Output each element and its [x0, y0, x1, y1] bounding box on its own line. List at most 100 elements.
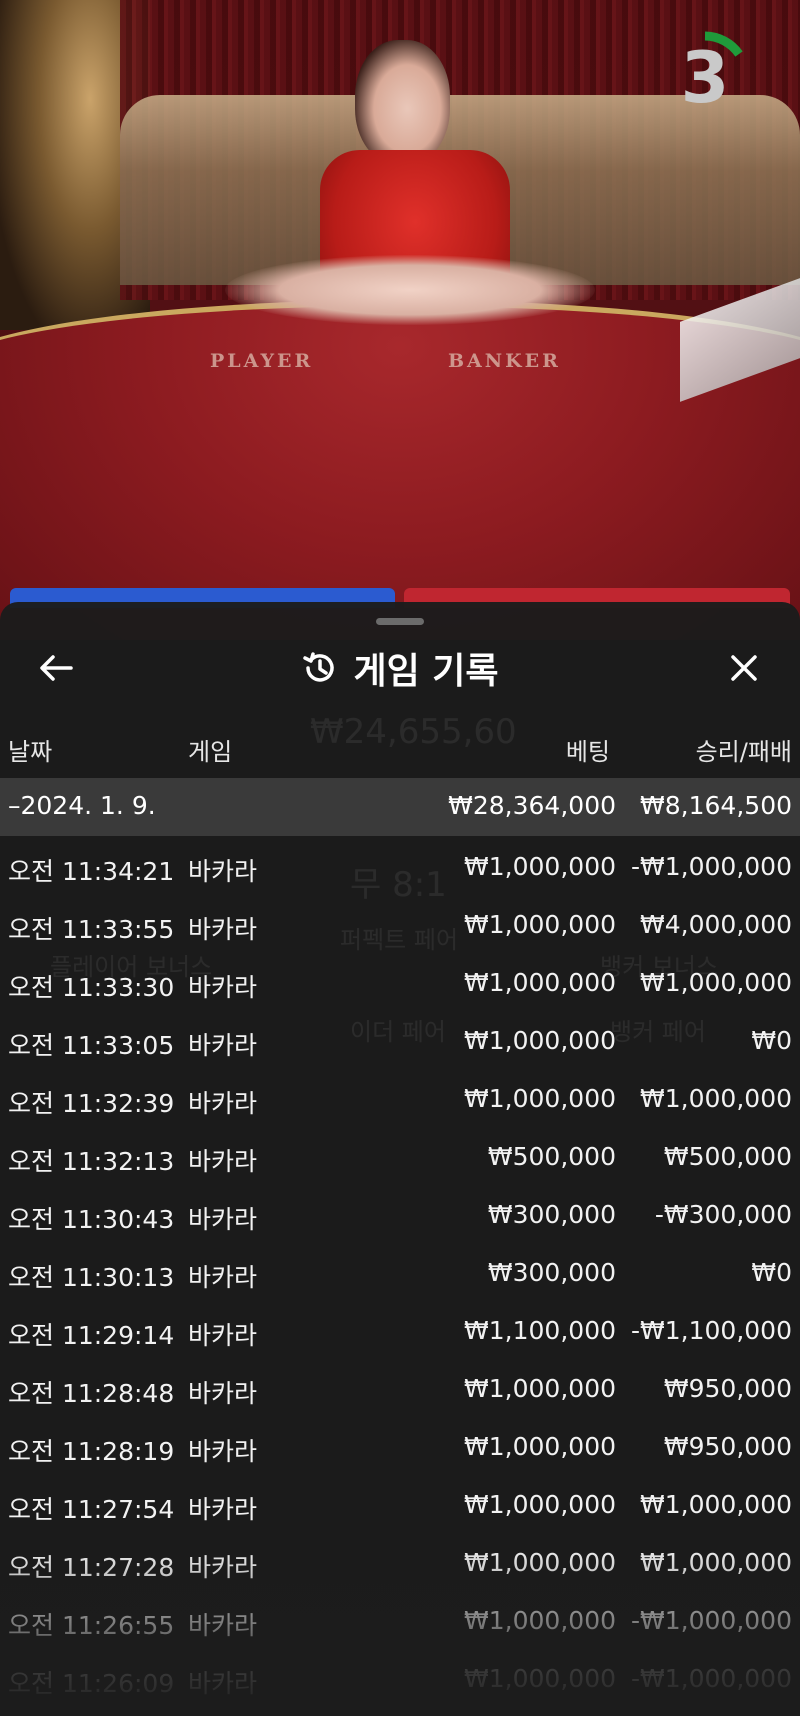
row-game: 바카라: [188, 1031, 258, 1060]
row-win-loss: ₩1,000,000: [640, 968, 792, 997]
row-game: 바카라: [188, 1669, 258, 1698]
row-bet: ₩1,000,000: [464, 910, 616, 939]
sheet-title: 게임 기록: [0, 640, 800, 696]
row-win-loss: -₩300,000: [654, 1200, 792, 1229]
row-game: 바카라: [188, 1321, 258, 1350]
row-time: 오전 11:27:54: [8, 1495, 175, 1524]
column-date: 날짜: [8, 738, 53, 766]
table-row[interactable]: 오전 11:26:09 바카라 ₩1,000,000 -₩1,000,000: [0, 1648, 800, 1706]
live-video: PLAYER BANKER 3: [0, 0, 800, 640]
table-row[interactable]: 오전 11:33:55 바카라 ₩1,000,000 ₩4,000,000: [0, 894, 800, 952]
row-win-loss: ₩0: [751, 1026, 792, 1055]
row-game: 바카라: [188, 857, 258, 886]
row-time: 오전 11:30:13: [8, 1263, 175, 1292]
countdown-timer: 3: [655, 28, 755, 128]
row-game: 바카라: [188, 1147, 258, 1176]
dealer-head: [355, 40, 450, 165]
date-group-row[interactable]: –2024. 1. 9. ₩28,364,000 ₩8,164,500: [0, 778, 800, 836]
row-win-loss: -₩1,000,000: [631, 1664, 792, 1693]
timer-value: 3: [680, 37, 730, 119]
row-game: 바카라: [188, 1205, 258, 1234]
row-win-loss: ₩4,000,000: [640, 910, 792, 939]
row-game: 바카라: [188, 973, 258, 1002]
row-win-loss: ₩0: [751, 1258, 792, 1287]
row-bet: ₩300,000: [487, 1200, 616, 1229]
table-row[interactable]: 오전 11:30:43 바카라 ₩300,000 -₩300,000: [0, 1184, 800, 1242]
row-time: 오전 11:28:19: [8, 1437, 175, 1466]
table-row[interactable]: 오전 11:28:19 바카라 ₩1,000,000 ₩950,000: [0, 1416, 800, 1474]
row-time: 오전 11:33:05: [8, 1031, 175, 1060]
table-row[interactable]: 오전 11:27:28 바카라 ₩1,000,000 ₩1,000,000: [0, 1532, 800, 1590]
row-win-loss: -₩1,000,000: [631, 852, 792, 881]
row-game: 바카라: [188, 1379, 258, 1408]
row-bet: ₩1,000,000: [464, 1606, 616, 1635]
row-bet: ₩1,000,000: [464, 1490, 616, 1519]
row-time: 오전 11:32:39: [8, 1089, 175, 1118]
row-bet: ₩1,000,000: [464, 1084, 616, 1113]
page-title: 게임 기록: [353, 651, 499, 692]
row-time: 오전 11:33:30: [8, 973, 175, 1002]
column-win-loss: 승리/패배: [695, 738, 792, 766]
row-time: 오전 11:34:21: [8, 857, 175, 886]
row-time: 오전 11:33:55: [8, 915, 175, 944]
row-time: 오전 11:30:43: [8, 1205, 175, 1234]
row-win-loss: ₩500,000: [663, 1142, 792, 1171]
drag-handle[interactable]: [376, 618, 424, 625]
close-button[interactable]: [720, 644, 768, 692]
column-bet: 베팅: [565, 738, 610, 766]
row-win-loss: ₩950,000: [663, 1374, 792, 1403]
table-row[interactable]: 오전 11:33:05 바카라 ₩1,000,000 ₩0: [0, 1010, 800, 1068]
row-bet: ₩1,000,000: [464, 1374, 616, 1403]
row-game: 바카라: [188, 1611, 258, 1640]
row-bet: ₩1,000,000: [464, 1548, 616, 1577]
row-time: 오전 11:29:14: [8, 1321, 175, 1350]
row-time: 오전 11:26:09: [8, 1669, 175, 1698]
table-row[interactable]: 오전 11:26:55 바카라 ₩1,000,000 -₩1,000,000: [0, 1590, 800, 1648]
table-label-player: PLAYER: [210, 350, 314, 372]
row-win-loss: ₩950,000: [663, 1432, 792, 1461]
row-game: 바카라: [188, 1437, 258, 1466]
row-bet: ₩1,000,000: [464, 968, 616, 997]
row-win-loss: -₩1,100,000: [631, 1316, 792, 1345]
row-bet: ₩1,000,000: [464, 1664, 616, 1693]
table-row[interactable]: 오전 11:28:48 바카라 ₩1,000,000 ₩950,000: [0, 1358, 800, 1416]
sheet-header: 게임 기록: [0, 640, 800, 696]
row-bet: ₩300,000: [487, 1258, 616, 1287]
table-row[interactable]: 오전 11:33:30 바카라 ₩1,000,000 ₩1,000,000: [0, 952, 800, 1010]
row-game: 바카라: [188, 1553, 258, 1582]
row-time: 오전 11:27:28: [8, 1553, 175, 1582]
row-bet: ₩1,100,000: [464, 1316, 616, 1345]
table-row[interactable]: 오전 11:34:21 바카라 ₩1,000,000 -₩1,000,000: [0, 836, 800, 894]
table-row[interactable]: 오전 11:32:39 바카라 ₩1,000,000 ₩1,000,000: [0, 1068, 800, 1126]
table-header: 날짜 게임 베팅 승리/패배: [0, 728, 800, 768]
row-win-loss: -₩1,000,000: [631, 1606, 792, 1635]
table-row[interactable]: 오전 11:32:13 바카라 ₩500,000 ₩500,000: [0, 1126, 800, 1184]
history-clock-icon: [303, 652, 335, 682]
dealer-arms: [225, 255, 595, 325]
table-row[interactable]: 오전 11:27:54 바카라 ₩1,000,000 ₩1,000,000: [0, 1474, 800, 1532]
close-icon: [731, 655, 757, 681]
row-bet: ₩1,000,000: [464, 852, 616, 881]
row-bet: ₩1,000,000: [464, 1026, 616, 1055]
row-win-loss: ₩1,000,000: [640, 1084, 792, 1113]
row-game: 바카라: [188, 915, 258, 944]
group-bet-total: ₩28,364,000: [448, 791, 616, 820]
history-list: 오전 11:34:21 바카라 ₩1,000,000 -₩1,000,000 오…: [0, 836, 800, 1706]
row-time: 오전 11:28:48: [8, 1379, 175, 1408]
row-bet: ₩500,000: [487, 1142, 616, 1171]
table-row[interactable]: 오전 11:29:14 바카라 ₩1,100,000 -₩1,100,000: [0, 1300, 800, 1358]
group-win-loss-total: ₩8,164,500: [640, 791, 792, 820]
row-time: 오전 11:26:55: [8, 1611, 175, 1640]
column-game: 게임: [188, 738, 233, 766]
group-date: –2024. 1. 9.: [8, 791, 156, 820]
game-history-sheet: ₩24,655,60 무 8:1 퍼펙트 페어 플레이어 보너스 뱅커 보너스 …: [0, 602, 800, 1716]
row-game: 바카라: [188, 1495, 258, 1524]
row-bet: ₩1,000,000: [464, 1432, 616, 1461]
table-row[interactable]: 오전 11:30:13 바카라 ₩300,000 ₩0: [0, 1242, 800, 1300]
row-time: 오전 11:32:13: [8, 1147, 175, 1176]
row-game: 바카라: [188, 1263, 258, 1292]
row-game: 바카라: [188, 1089, 258, 1118]
row-win-loss: ₩1,000,000: [640, 1548, 792, 1577]
table-label-banker: BANKER: [448, 350, 561, 372]
row-win-loss: ₩1,000,000: [640, 1490, 792, 1519]
